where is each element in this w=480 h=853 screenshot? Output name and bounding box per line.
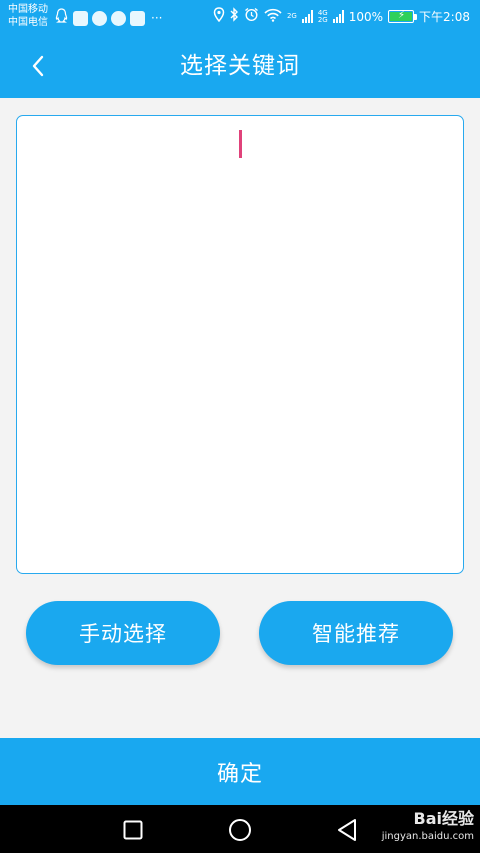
carrier-1: 中国移动 — [8, 4, 48, 15]
home-icon — [229, 819, 251, 841]
back-triangle-icon — [338, 819, 356, 841]
watermark-brand: Bai经验 — [413, 809, 474, 828]
browser-icon — [111, 10, 126, 26]
keyword-input[interactable] — [16, 115, 464, 574]
signal-icon-2 — [332, 10, 344, 23]
alarm-icon — [244, 7, 259, 26]
nav-back-button[interactable] — [334, 817, 360, 843]
app-icon — [73, 10, 88, 26]
bluetooth-icon — [230, 7, 239, 26]
wifi-icon — [264, 8, 282, 26]
status-bar: 中国移动 中国电信 ··· 2G 4G 2G 100% ⚡ 下午2:08 — [0, 0, 480, 34]
message-bubble-icon — [92, 10, 107, 26]
home-button[interactable] — [227, 817, 253, 843]
smart-recommend-button[interactable]: 智能推荐 — [259, 601, 453, 665]
qq-icon — [54, 8, 69, 28]
app-header: 选择关键词 — [0, 34, 480, 98]
notification-icons: ··· — [54, 8, 162, 28]
system-nav-bar: Bai经验 jingyan.baidu.com — [0, 805, 480, 853]
battery-percent: 100% — [348, 9, 384, 24]
clock: 下午2:08 — [419, 9, 470, 24]
manual-select-button[interactable]: 手动选择 — [26, 601, 220, 665]
network-type-2: 4G 2G — [317, 8, 328, 24]
more-notifications: ··· — [151, 10, 163, 25]
watermark-url: jingyan.baidu.com — [381, 831, 474, 842]
confirm-button[interactable]: 确定 — [0, 738, 480, 805]
carrier-2: 中国电信 — [8, 17, 48, 28]
recent-apps-button[interactable] — [120, 817, 146, 843]
recent-apps-icon — [123, 820, 143, 840]
network-type-1: 2G — [286, 12, 297, 20]
signal-icon — [301, 10, 313, 23]
weibo-icon — [130, 10, 145, 26]
text-caret — [239, 130, 242, 158]
carrier-info: 中国移动 中国电信 — [8, 3, 48, 29]
status-right: 2G 4G 2G 100% ⚡ 下午2:08 — [213, 7, 470, 26]
battery-icon: ⚡ — [388, 10, 418, 23]
watermark: Bai经验 jingyan.baidu.com — [382, 807, 474, 843]
location-icon — [213, 7, 225, 26]
page-title: 选择关键词 — [180, 53, 300, 79]
